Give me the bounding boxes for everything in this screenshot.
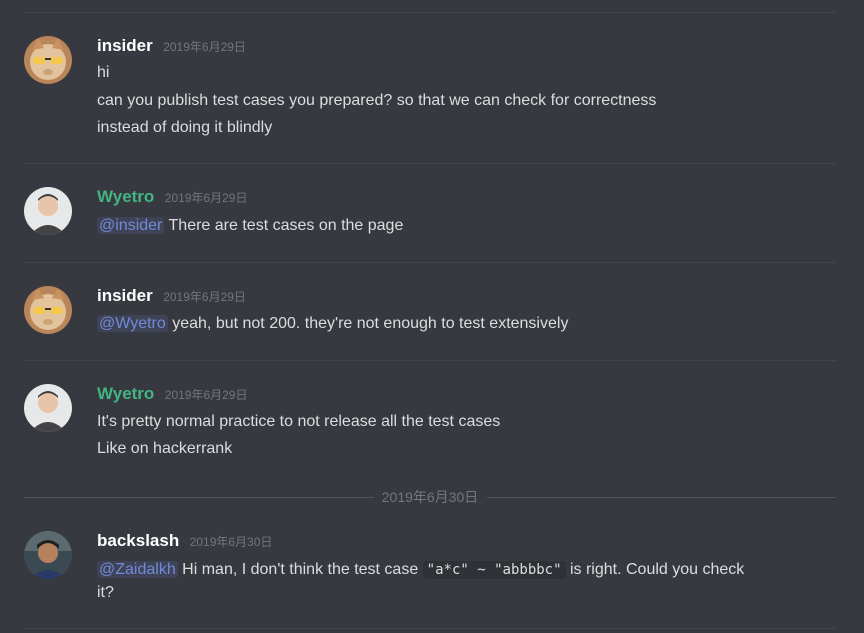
message-text: Like on hackerrank: [97, 440, 233, 457]
message-text: instead of doing it blindly: [97, 119, 273, 136]
message-divider: [24, 262, 836, 263]
timestamp: 2019年6月29日: [163, 40, 246, 54]
message-divider: [24, 163, 836, 164]
cat-sunglasses-avatar[interactable]: [24, 286, 72, 334]
message-divider: [24, 360, 836, 361]
timestamp: 2019年6月29日: [163, 290, 246, 304]
message-text: @insider There are test cases on the pag…: [97, 215, 403, 237]
message-text-body: is right. Could you check: [565, 561, 745, 578]
message-header: Wyetro 2019年6月29日: [97, 384, 247, 404]
message-text-body: Hi man, I don't think the test case: [177, 561, 423, 578]
user-mention[interactable]: @Wyetro: [97, 315, 168, 332]
username[interactable]: Wyetro: [97, 384, 154, 403]
message-divider: [24, 628, 836, 629]
date-separator-label: 2019年6月30日: [373, 487, 487, 507]
person-photo-avatar[interactable]: [24, 187, 72, 235]
message-text: can you publish test cases you prepared?…: [97, 92, 657, 109]
message-header: insider 2019年6月29日: [97, 36, 246, 56]
timestamp: 2019年6月29日: [164, 191, 248, 205]
person-dark-photo-avatar[interactable]: [24, 531, 72, 579]
message-text: @Zaidalkh Hi man, I don't think the test…: [97, 559, 744, 581]
username[interactable]: Wyetro: [97, 187, 154, 206]
message-header: backslash 2019年6月30日: [97, 531, 272, 551]
message-text: It's pretty normal practice to not relea…: [97, 413, 501, 430]
message-text-body: yeah, but not 200. they're not enough to…: [167, 315, 569, 332]
person-photo-avatar[interactable]: [24, 384, 72, 432]
message-text-body: There are test cases on the page: [164, 217, 404, 234]
username[interactable]: insider: [97, 286, 153, 305]
message-text: hi: [97, 64, 110, 81]
timestamp: 2019年6月30日: [189, 535, 273, 549]
date-separator: 2019年6月30日: [24, 487, 836, 507]
user-mention[interactable]: @insider: [97, 217, 165, 234]
cat-sunglasses-avatar[interactable]: [24, 36, 72, 84]
message-text: it?: [97, 584, 114, 601]
user-mention[interactable]: @Zaidalkh: [97, 561, 178, 578]
username[interactable]: insider: [97, 36, 153, 55]
message-text: @Wyetro yeah, but not 200. they're not e…: [97, 313, 568, 335]
timestamp: 2019年6月29日: [164, 388, 248, 402]
username[interactable]: backslash: [97, 531, 179, 550]
inline-code: "a*c" ~ "abbbbc": [422, 561, 566, 579]
message-header: Wyetro 2019年6月29日: [97, 187, 247, 207]
top-divider: [24, 12, 836, 13]
message-header: insider 2019年6月29日: [97, 286, 246, 306]
